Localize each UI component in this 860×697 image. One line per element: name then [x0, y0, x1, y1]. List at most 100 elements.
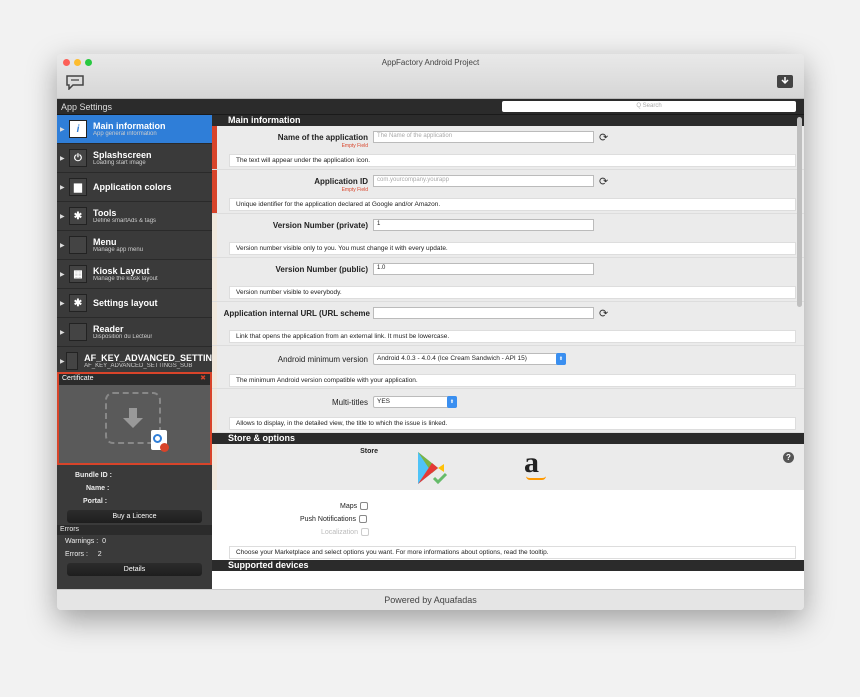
settings-icon	[65, 352, 79, 370]
push-checkbox[interactable]	[359, 515, 368, 523]
app-id-error: Empty Field	[341, 187, 368, 193]
disclosure-arrow-icon[interactable]: ▶	[60, 184, 69, 191]
android-min-select[interactable]: Android 4.0.3 - 4.0.4 (Ice Cream Sandwic…	[373, 353, 566, 365]
maps-option[interactable]: Maps	[340, 502, 369, 510]
grid-icon: ▦	[69, 265, 87, 283]
menu-icon	[69, 236, 87, 254]
certificate-header: Certificate ✖	[59, 374, 210, 385]
sidebar-item[interactable]: ▶ ▆ Application colors	[57, 173, 212, 202]
version-private-input[interactable]: 1	[373, 219, 594, 231]
search-input[interactable]: Q Search	[502, 101, 796, 112]
sidebar-header: App Settings	[57, 99, 212, 115]
certificate-file-icon	[151, 430, 169, 452]
comment-icon[interactable]	[66, 75, 84, 90]
refresh-icon[interactable]: ⟳	[599, 307, 608, 320]
reader-icon	[69, 323, 87, 341]
multi-titles-select[interactable]: YES ⬍	[373, 396, 457, 408]
multi-titles-help: Allows to display, in the detailed view,…	[229, 417, 796, 430]
version-public-help: Version number visible to everybody.	[229, 286, 796, 299]
scrollbar[interactable]	[797, 117, 802, 307]
disclosure-arrow-icon[interactable]: ▶	[60, 271, 69, 278]
version-public-input[interactable]: 1.0	[373, 263, 594, 275]
push-option[interactable]: Push Notifications	[300, 515, 368, 523]
sidebar-item[interactable]: ▶ Reader Disposition du Lecteur	[57, 318, 212, 347]
footer: Powered by Aquafadas	[57, 589, 804, 610]
localization-label: Localization	[321, 528, 358, 536]
sidebar-item-subtitle: Define smartAds & tags	[93, 217, 157, 224]
bundle-id-label: Bundle ID :	[75, 472, 112, 479]
app-id-help: Unique identifier for the application de…	[229, 198, 796, 211]
app-name-error: Empty Field	[341, 143, 368, 149]
app-window: AppFactory Android Project App Settings …	[57, 54, 804, 610]
sidebar-item[interactable]: ▶ ▦ Kiosk Layout Manage the kiosk layout	[57, 260, 212, 289]
chevron-updown-icon: ⬍	[447, 396, 457, 408]
sidebar-item-title: Settings layout	[93, 298, 158, 308]
sidebar-item[interactable]: ▶ ⏻ Splashscreen Loading start image	[57, 144, 212, 173]
android-min-value: Android 4.0.3 - 4.0.4 (Ice Cream Sandwic…	[377, 355, 527, 362]
maps-checkbox[interactable]	[360, 502, 369, 510]
maps-label: Maps	[340, 502, 358, 510]
portal-label: Portal :	[83, 498, 108, 505]
disclosure-arrow-icon[interactable]: ▶	[60, 213, 69, 220]
errors-label: Errors :	[65, 551, 88, 558]
app-name-field: Name of the application Empty Field The …	[212, 126, 804, 170]
url-scheme-input[interactable]	[373, 307, 594, 319]
sidebar-item-subtitle: Loading start image	[93, 159, 146, 166]
palette-icon: ▆	[69, 178, 87, 196]
amazon-store-icon[interactable]: a	[524, 446, 546, 480]
refresh-icon[interactable]: ⟳	[599, 131, 608, 144]
certificate-remove-icon[interactable]: ✖	[200, 374, 206, 382]
section-main-information: Main information	[212, 115, 804, 126]
version-private-help: Version number visible only to you. You …	[229, 242, 796, 255]
localization-checkbox	[360, 528, 369, 536]
sidebar-item[interactable]: ▶ ✱ Settings layout	[57, 289, 212, 318]
app-name-input[interactable]: The Name of the application	[373, 131, 594, 143]
power-icon: ⏻	[69, 149, 87, 167]
titlebar: AppFactory Android Project	[57, 54, 804, 99]
sidebar-item[interactable]: ▶ Menu Manage app menu	[57, 231, 212, 260]
sidebar-item-title: Main information	[93, 120, 166, 131]
android-min-label: Android minimum version	[277, 355, 368, 364]
version-private-field: Version Number (private) 1 Version numbe…	[212, 214, 804, 258]
store-options: Maps Push Notifications Localization Cho…	[212, 490, 804, 560]
sidebar-item[interactable]: ▶ ✱ Tools Define smartAds & tags	[57, 202, 212, 231]
disclosure-arrow-icon[interactable]: ▶	[60, 155, 69, 162]
certificate-label: Certificate	[62, 375, 94, 382]
warnings-count: 0	[102, 538, 106, 545]
multi-titles-field: Multi-titles YES ⬍ Allows to display, in…	[212, 389, 804, 433]
store-label: Store	[360, 448, 378, 455]
android-min-field: Android minimum version Android 4.0.3 - …	[212, 346, 804, 389]
disclosure-arrow-icon[interactable]: ▶	[60, 126, 69, 133]
sidebar-item[interactable]: ▶ i Main information App general informatio…	[57, 115, 212, 144]
url-scheme-label: Application internal URL (URL scheme	[223, 309, 370, 318]
tools-icon: ✱	[69, 294, 87, 312]
name-label: Name :	[86, 485, 110, 492]
refresh-icon[interactable]: ⟳	[599, 175, 608, 188]
errors-count: 2	[97, 551, 102, 558]
help-icon[interactable]: ?	[783, 452, 794, 463]
disclosure-arrow-icon[interactable]: ▶	[60, 300, 69, 307]
multi-titles-value: YES	[377, 398, 391, 405]
app-id-label: Application ID	[314, 177, 368, 186]
app-id-input[interactable]: com.yourcompany.yourapp	[373, 175, 594, 187]
tools-icon: ✱	[69, 207, 87, 225]
sidebar-item-title: Kiosk Layout	[93, 265, 150, 276]
disclosure-arrow-icon[interactable]: ▶	[60, 242, 69, 249]
android-min-help: The minimum Android version compatible w…	[229, 374, 796, 387]
disclosure-arrow-icon[interactable]: ▶	[60, 329, 69, 336]
warnings-label: Warnings :	[65, 538, 99, 545]
sidebar-item-title: Reader	[93, 323, 124, 334]
main-panel: Q Search Main information Name of the ap…	[212, 99, 804, 589]
sidebar-item-subtitle: App general information	[93, 130, 157, 137]
sidebar-item-subtitle: Disposition du Lecteur	[93, 333, 153, 340]
export-icon[interactable]	[776, 74, 794, 89]
certificate-panel[interactable]: Certificate ✖	[57, 372, 212, 465]
info-icon: i	[69, 120, 87, 138]
store-selector: Store a ?	[212, 444, 804, 490]
google-play-icon[interactable]	[414, 450, 450, 486]
buy-licence-button[interactable]: Buy a Licence	[67, 510, 202, 523]
sidebar-item-title: Application colors	[93, 182, 172, 192]
sidebar-item-subtitle: Manage app menu	[93, 246, 144, 253]
details-button[interactable]: Details	[67, 563, 202, 576]
app-name-help: The text will appear under the applicati…	[229, 154, 796, 167]
